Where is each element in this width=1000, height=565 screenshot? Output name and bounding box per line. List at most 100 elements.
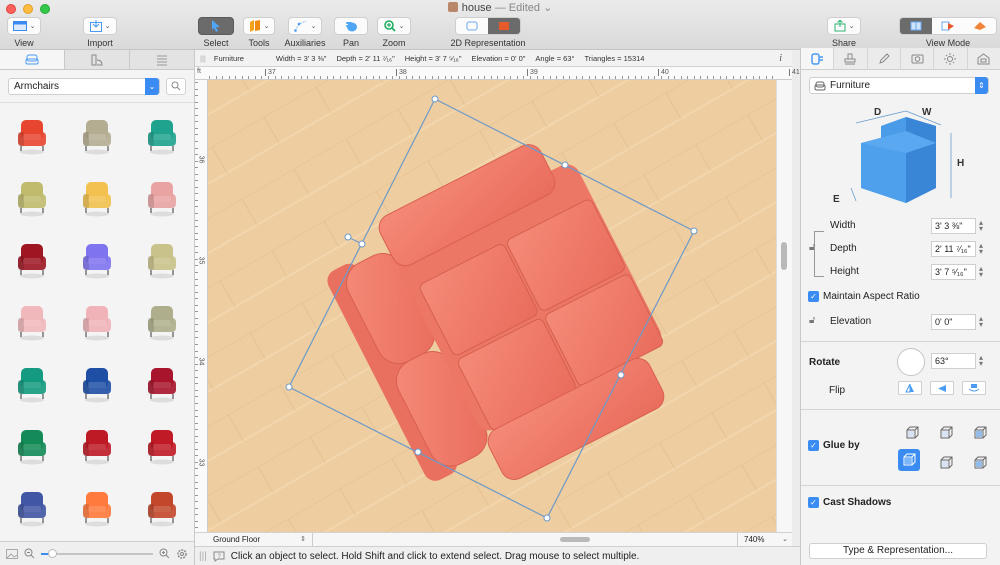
- width-field[interactable]: 3' 3 ⅜": [931, 218, 976, 234]
- tab-edit[interactable]: [867, 48, 901, 69]
- library-item[interactable]: [129, 477, 194, 539]
- info-icon[interactable]: i: [779, 53, 782, 64]
- gear-icon[interactable]: [176, 548, 188, 560]
- library-item[interactable]: [65, 477, 130, 539]
- library-item[interactable]: [65, 167, 130, 229]
- glue-option[interactable]: [969, 422, 991, 444]
- vertical-scrollbar[interactable]: [776, 80, 792, 532]
- glue-option[interactable]: [901, 422, 923, 444]
- library-item[interactable]: [129, 229, 194, 291]
- resize-handle[interactable]: [431, 95, 439, 103]
- tab-building[interactable]: [967, 48, 1000, 69]
- import-button[interactable]: ⌄ Import: [80, 17, 120, 48]
- tab-light[interactable]: [934, 48, 968, 69]
- floor-select[interactable]: Ground Floor ⇕: [208, 533, 313, 546]
- resize-handle[interactable]: [561, 161, 569, 169]
- tab-objects[interactable]: [0, 50, 65, 69]
- glue-option[interactable]: [969, 452, 991, 474]
- 3d-view-button[interactable]: [456, 18, 488, 34]
- search-button[interactable]: [166, 77, 186, 95]
- library-item[interactable]: [65, 353, 130, 415]
- resize-handle[interactable]: [414, 448, 422, 456]
- view-mode-toggle[interactable]: View Mode: [898, 17, 998, 48]
- library-item[interactable]: [0, 415, 65, 477]
- tab-camera[interactable]: [900, 48, 935, 69]
- plan-mode-button[interactable]: [900, 18, 932, 34]
- 2d-view-button[interactable]: [488, 18, 520, 34]
- flip-depth-button[interactable]: [962, 381, 986, 395]
- library-item[interactable]: [129, 167, 194, 229]
- library-item[interactable]: [0, 477, 65, 539]
- library-item[interactable]: [129, 105, 194, 167]
- glue-by-checkbox[interactable]: ✓ Glue by: [808, 440, 860, 451]
- 3d-mode-button[interactable]: [964, 18, 996, 34]
- share-button[interactable]: ⌄ Share: [826, 17, 862, 48]
- library-item[interactable]: [0, 291, 65, 353]
- maintain-aspect-checkbox[interactable]: ✓ Maintain Aspect Ratio: [808, 291, 920, 302]
- zoom-out-icon[interactable]: [24, 548, 35, 559]
- glue-option[interactable]: [935, 422, 957, 444]
- representation-toggle[interactable]: 2D Representation: [445, 17, 531, 48]
- rotate-handle[interactable]: [344, 233, 352, 241]
- library-item[interactable]: [129, 415, 194, 477]
- tab-materials[interactable]: [834, 48, 868, 69]
- height-stepper[interactable]: ▴ ▾: [979, 265, 983, 279]
- library-item[interactable]: [0, 105, 65, 167]
- library-item[interactable]: [129, 353, 194, 415]
- tools-button[interactable]: ⌄ Tools: [243, 17, 275, 48]
- drag-grip-icon[interactable]: |||: [200, 54, 206, 63]
- width-stepper[interactable]: ▴ ▾: [979, 219, 983, 233]
- auxiliaries-button[interactable]: ⌄ Auxiliaries: [284, 17, 326, 48]
- category-select[interactable]: Armchairs ⌄: [8, 77, 160, 95]
- drag-grip-icon[interactable]: |||: [199, 551, 207, 562]
- cast-shadows-checkbox[interactable]: ✓ Cast Shadows: [808, 497, 891, 508]
- library-item[interactable]: [0, 229, 65, 291]
- zoom-level-select[interactable]: 740% ⌄: [737, 533, 792, 546]
- library-item[interactable]: [65, 229, 130, 291]
- tab-materials[interactable]: [65, 50, 130, 69]
- thumbnail-size-slider[interactable]: [41, 548, 153, 558]
- split-mode-button[interactable]: [932, 18, 964, 34]
- ruler-tick: [693, 76, 695, 79]
- tab-object-settings[interactable]: [801, 48, 835, 69]
- elevation-stepper[interactable]: ▴ ▾: [979, 315, 983, 329]
- plan-editor: ||| Furniture Width = 3' 3 ⅜" Depth = 2'…: [195, 50, 800, 565]
- depth-stepper[interactable]: ▴ ▾: [979, 242, 983, 256]
- library-item[interactable]: [65, 291, 130, 353]
- resize-handle[interactable]: [358, 240, 366, 248]
- library-item[interactable]: [0, 353, 65, 415]
- tab-list[interactable]: [130, 50, 194, 69]
- rotation-stepper[interactable]: ▴ ▾: [979, 354, 983, 368]
- resize-handle[interactable]: [690, 227, 698, 235]
- select-tool-button[interactable]: Select: [198, 17, 234, 48]
- resize-handle[interactable]: [617, 371, 625, 379]
- type-representation-button[interactable]: Type & Representation...: [809, 543, 987, 559]
- library-item[interactable]: [129, 291, 194, 353]
- view-button[interactable]: ⌄ View: [6, 17, 42, 48]
- resize-handle[interactable]: [285, 383, 293, 391]
- scrollbar-thumb[interactable]: [781, 242, 787, 270]
- glue-option[interactable]: [935, 452, 957, 474]
- library-item[interactable]: [65, 105, 130, 167]
- help-bubble-icon[interactable]: ?: [213, 551, 225, 562]
- rotation-dial[interactable]: [897, 348, 925, 376]
- library-item[interactable]: [0, 167, 65, 229]
- glue-option[interactable]: [898, 449, 920, 471]
- flip-horizontal-button[interactable]: [898, 381, 922, 395]
- height-field[interactable]: 3' 7 ⁵⁄₁₆": [931, 264, 976, 280]
- image-icon[interactable]: [6, 548, 18, 559]
- object-type-select[interactable]: Furniture ⇕: [809, 77, 989, 94]
- library-item[interactable]: [65, 415, 130, 477]
- zoom-button[interactable]: ⌄ Zoom: [377, 17, 411, 48]
- horizontal-scrollbar[interactable]: [560, 537, 590, 542]
- floor-plan-canvas[interactable]: [208, 80, 776, 532]
- resize-handle[interactable]: [543, 514, 551, 522]
- flip-vertical-button[interactable]: [930, 381, 954, 395]
- rotation-field[interactable]: 63°: [931, 353, 976, 369]
- horizontal-ruler: ft 37 38 39 40 41: [195, 67, 800, 80]
- window-title[interactable]: house — Edited ⌄: [0, 1, 1000, 14]
- zoom-in-icon[interactable]: [159, 548, 170, 559]
- pan-button[interactable]: Pan: [334, 17, 368, 48]
- depth-field[interactable]: 2' 11 ⁷⁄₁₆": [931, 241, 976, 257]
- elevation-field[interactable]: 0' 0": [931, 314, 976, 330]
